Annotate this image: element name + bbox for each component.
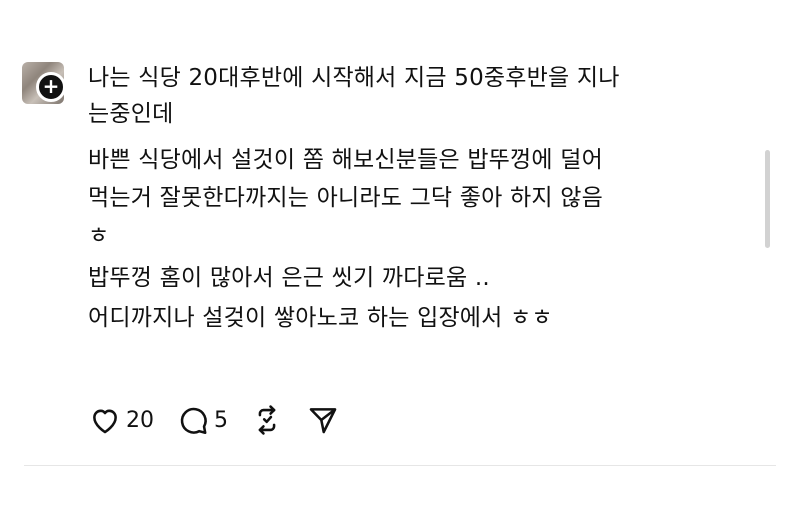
post-text-line: 밥뚜껑 홈이 많아서 은근 씻기 까다로움 .. [88,265,490,291]
heart-icon [93,409,117,434]
post-text-line: 어디까지나 설겆이 쌓아노코 하는 입장에서 ㅎㅎ [88,305,553,331]
post-card: + 나는 식당 20대후반에 시작해서 지금 50중후반을 지나 는중인데 바쁜… [0,0,800,522]
repost-icon [258,405,276,435]
repost-button[interactable] [250,403,284,437]
send-icon [309,408,337,434]
like-count: 20 [126,407,154,433]
post-text-line: 먹는거 잘못한다까지는 아니라도 그닥 좋아 하지 않음 [88,185,603,211]
scrollbar[interactable] [765,150,770,248]
action-bar: 20 5 [88,400,362,440]
comment-bubble-icon [180,407,207,435]
post-body: 나는 식당 20대후반에 시작해서 지금 50중후반을 지나 는중인데 바쁜 식… [88,60,768,336]
reply-button[interactable]: 5 [176,403,228,437]
follow-plus-icon[interactable]: + [36,72,66,102]
post-text-line: 는중인데 [88,101,174,127]
post-text-line: 나는 식당 20대후반에 시작해서 지금 50중후반을 지나 [88,65,620,91]
post-text-line: 바쁜 식당에서 설것이 쫌 해보신분들은 밥뚜껑에 덜어 [88,147,603,173]
post-text-line: ㅎ [88,223,110,249]
like-button[interactable]: 20 [88,403,154,437]
divider [24,465,776,466]
reply-count: 5 [214,407,228,433]
share-button[interactable] [306,403,340,437]
